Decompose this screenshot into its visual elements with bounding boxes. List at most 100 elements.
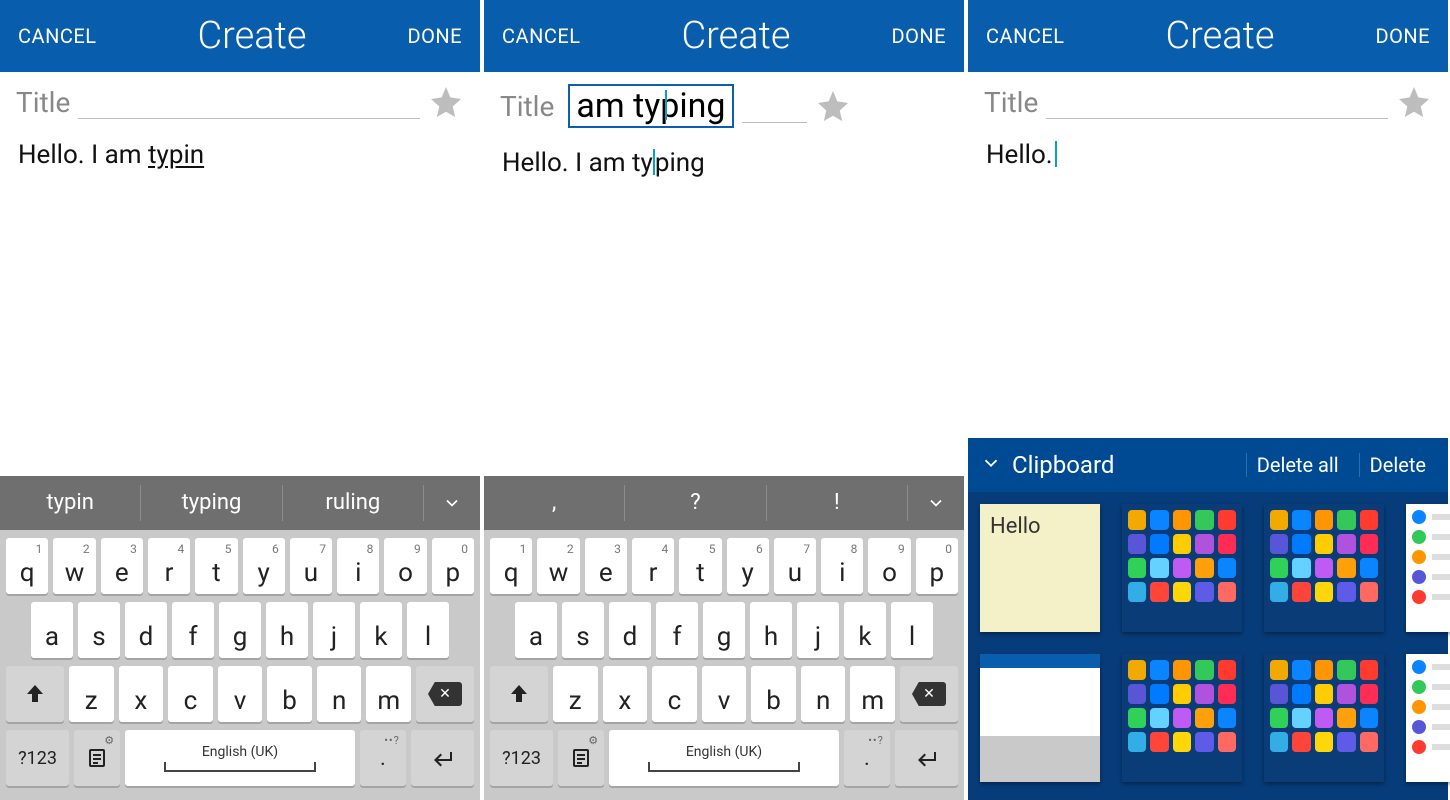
space-key[interactable]: English (UK)	[125, 730, 355, 786]
key-k[interactable]: k	[844, 602, 886, 658]
clipboard-item-screenshot[interactable]	[980, 654, 1100, 782]
clipboard-item-text[interactable]: Hello	[980, 504, 1100, 632]
title-placeholder[interactable]: Title	[984, 86, 1038, 119]
clipboard-item-apps[interactable]	[1122, 504, 1242, 632]
key-x[interactable]: x	[119, 666, 164, 722]
key-y[interactable]: 6y	[243, 538, 285, 594]
key-p[interactable]: 0p	[432, 538, 474, 594]
clipboard-item-apps[interactable]	[1264, 504, 1384, 632]
key-h[interactable]: h	[266, 602, 308, 658]
key-g[interactable]: g	[703, 602, 745, 658]
key-l[interactable]: l	[407, 602, 449, 658]
key-j[interactable]: j	[313, 602, 355, 658]
key-v[interactable]: v	[702, 666, 747, 722]
clipboard-item-apps[interactable]	[1264, 654, 1384, 782]
key-q[interactable]: 1q	[490, 538, 532, 594]
clipboard-delete-all[interactable]: Delete all	[1246, 453, 1349, 477]
backspace-key[interactable]: ✕	[900, 666, 958, 722]
cancel-button[interactable]: CANCEL	[18, 24, 97, 48]
period-key[interactable]: ••?.	[360, 730, 406, 786]
space-key[interactable]: English (UK)	[609, 730, 839, 786]
done-button[interactable]: DONE	[407, 24, 462, 48]
key-g[interactable]: g	[219, 602, 261, 658]
clipboard-collapse[interactable]	[980, 452, 1002, 478]
title-placeholder[interactable]: Title	[500, 90, 554, 123]
suggestion-3[interactable]: !	[767, 485, 908, 521]
clipboard-key[interactable]: ⚙	[558, 730, 604, 786]
key-a[interactable]: a	[515, 602, 557, 658]
title-placeholder[interactable]: Title	[16, 86, 70, 119]
note-body[interactable]: Hello. I am typin	[0, 126, 480, 476]
suggestion-3[interactable]: ruling	[283, 485, 424, 521]
key-n[interactable]: n	[317, 666, 362, 722]
title-input[interactable]	[742, 89, 807, 123]
key-x[interactable]: x	[603, 666, 648, 722]
done-button[interactable]: DONE	[1375, 24, 1430, 48]
key-z[interactable]: z	[69, 666, 114, 722]
note-body[interactable]: Hello. I am typing	[484, 134, 964, 476]
key-s[interactable]: s	[78, 602, 120, 658]
clipboard-delete[interactable]: Delete	[1359, 453, 1436, 477]
shift-key[interactable]	[6, 666, 64, 722]
backspace-key[interactable]: ✕	[416, 666, 474, 722]
key-k[interactable]: k	[360, 602, 402, 658]
star-icon[interactable]	[815, 88, 851, 124]
key-a[interactable]: a	[31, 602, 73, 658]
key-i[interactable]: 8i	[337, 538, 379, 594]
key-d[interactable]: d	[125, 602, 167, 658]
key-z[interactable]: z	[553, 666, 598, 722]
key-s[interactable]: s	[562, 602, 604, 658]
key-m[interactable]: m	[850, 666, 895, 722]
suggestion-1[interactable]: typin	[0, 485, 141, 521]
note-body[interactable]: Hello.	[968, 126, 1448, 438]
enter-key[interactable]	[411, 730, 474, 786]
key-o[interactable]: 9o	[384, 538, 426, 594]
title-input[interactable]	[78, 85, 420, 119]
period-key[interactable]: ••?.	[844, 730, 890, 786]
cancel-button[interactable]: CANCEL	[502, 24, 581, 48]
key-d[interactable]: d	[609, 602, 651, 658]
suggestion-expand[interactable]	[908, 493, 964, 513]
clipboard-item-apps[interactable]	[1122, 654, 1242, 782]
key-o[interactable]: 9o	[868, 538, 910, 594]
key-q[interactable]: 1q	[6, 538, 48, 594]
key-u[interactable]: 7u	[774, 538, 816, 594]
key-v[interactable]: v	[218, 666, 263, 722]
suggestion-2[interactable]: ?	[625, 485, 766, 521]
suggestion-expand[interactable]	[424, 493, 480, 513]
key-t[interactable]: 5t	[195, 538, 237, 594]
key-m[interactable]: m	[366, 666, 411, 722]
key-y[interactable]: 6y	[727, 538, 769, 594]
key-n[interactable]: n	[801, 666, 846, 722]
key-w[interactable]: 2w	[53, 538, 95, 594]
key-u[interactable]: 7u	[290, 538, 332, 594]
clipboard-item-contacts[interactable]	[1406, 504, 1450, 632]
key-l[interactable]: l	[891, 602, 933, 658]
key-c[interactable]: c	[168, 666, 213, 722]
key-e[interactable]: 3e	[585, 538, 627, 594]
key-t[interactable]: 5t	[679, 538, 721, 594]
key-w[interactable]: 2w	[537, 538, 579, 594]
cancel-button[interactable]: CANCEL	[986, 24, 1065, 48]
title-input[interactable]	[1046, 85, 1388, 119]
key-f[interactable]: f	[656, 602, 698, 658]
key-r[interactable]: 4r	[632, 538, 674, 594]
done-button[interactable]: DONE	[891, 24, 946, 48]
key-j[interactable]: j	[797, 602, 839, 658]
enter-key[interactable]	[895, 730, 958, 786]
key-i[interactable]: 8i	[821, 538, 863, 594]
key-h[interactable]: h	[750, 602, 792, 658]
star-icon[interactable]	[1396, 84, 1432, 120]
star-icon[interactable]	[428, 84, 464, 120]
shift-key[interactable]	[490, 666, 548, 722]
suggestion-1[interactable]: ,	[484, 485, 625, 521]
key-e[interactable]: 3e	[101, 538, 143, 594]
symbols-key[interactable]: ?123	[6, 730, 69, 786]
key-b[interactable]: b	[751, 666, 796, 722]
symbols-key[interactable]: ?123	[490, 730, 553, 786]
clipboard-item-contacts[interactable]	[1406, 654, 1450, 782]
clipboard-key[interactable]: ⚙	[74, 730, 120, 786]
key-p[interactable]: 0p	[916, 538, 958, 594]
key-b[interactable]: b	[267, 666, 312, 722]
key-f[interactable]: f	[172, 602, 214, 658]
